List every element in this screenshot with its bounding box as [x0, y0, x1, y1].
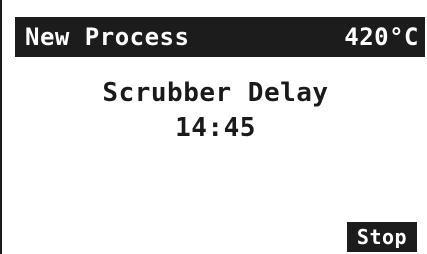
status-label: Scrubber Delay	[102, 78, 329, 108]
process-title: New Process	[25, 23, 190, 51]
lcd-screen: New Process 420°C Scrubber Delay 14:45 S…	[0, 0, 427, 254]
countdown-timer: 14:45	[175, 113, 256, 143]
stop-button[interactable]: Stop	[347, 222, 417, 252]
temperature-readout: 420°C	[344, 23, 419, 51]
header-bar: New Process 420°C	[15, 17, 425, 57]
